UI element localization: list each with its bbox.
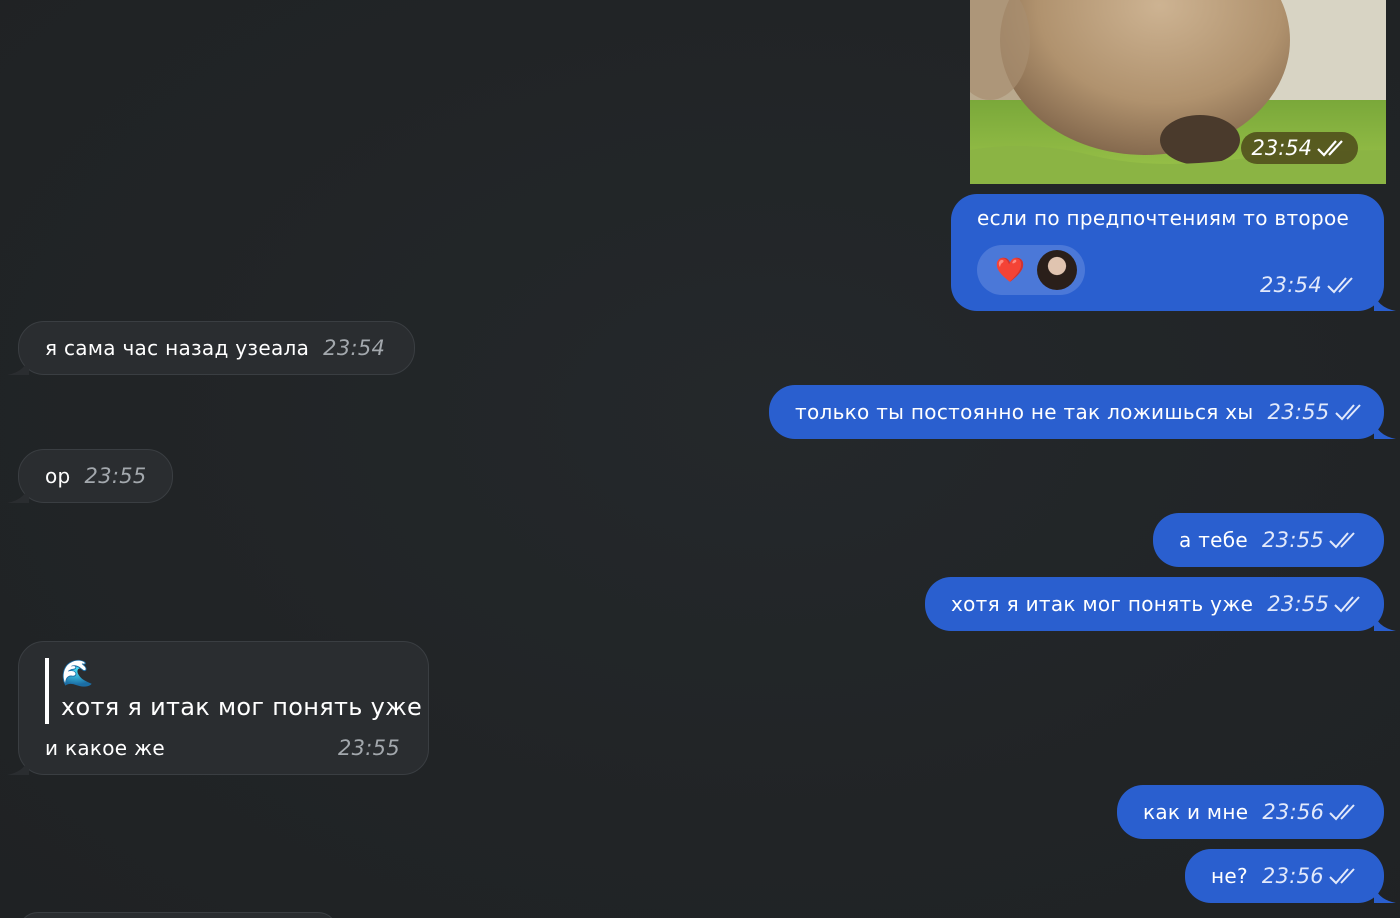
message-time: 23:55 [1262, 528, 1325, 552]
bubble-tail [1374, 419, 1396, 439]
bubble-tail [1374, 291, 1396, 311]
message-time: 23:55 [1267, 400, 1330, 424]
message-time: 23:55 [1267, 592, 1330, 616]
message-outgoing[interactable]: как и мне 23:56 [1117, 785, 1384, 839]
photo-message[interactable]: 23:54 [970, 0, 1386, 184]
message-text: как и мне [1143, 800, 1249, 824]
chat-area: 23:54 если по предпочтениям то второе ❤️… [0, 0, 1400, 918]
message-text: ор [45, 464, 71, 488]
message-text: и какое же [45, 736, 165, 760]
message-time: 23:56 [1261, 864, 1324, 888]
message-text: если по предпочтениям то второе [977, 206, 1350, 230]
message-outgoing[interactable]: не? 23:56 [1185, 849, 1396, 903]
quote-block[interactable]: 🌊 хотя я итак мог понять уже [45, 658, 422, 724]
reaction-chip[interactable]: ❤️ [977, 245, 1085, 295]
message-incoming[interactable]: ор 23:55 [7, 449, 173, 503]
double-check-icon [1329, 804, 1356, 821]
message-time: 23:54 [1259, 273, 1322, 297]
quote-text: хотя я итак мог понять уже [61, 693, 423, 721]
message-text: я сама час назад узеала [45, 336, 310, 360]
message-time: 23:55 [84, 464, 147, 488]
quote-emoji: 🌊 [61, 659, 94, 689]
double-check-icon [1334, 596, 1360, 613]
message-outgoing[interactable]: только ты постоянно не так ложишься хы 2… [769, 385, 1396, 439]
bubble-tail [7, 755, 29, 775]
message-incoming[interactable]: я сама час назад узеала 23:54 [7, 321, 415, 375]
photo-time: 23:54 [1251, 136, 1312, 160]
message-outgoing[interactable]: а тебе 23:55 [1153, 513, 1384, 567]
message-text: не? [1211, 864, 1248, 888]
photo-time-badge: 23:54 [1241, 132, 1358, 164]
bubble-tail [1374, 611, 1396, 631]
avatar [1037, 250, 1078, 290]
bubble-tail [1374, 883, 1396, 903]
message-incoming-reply[interactable]: 🌊 хотя я итак мог понять уже и какое же … [7, 641, 429, 775]
message-outgoing[interactable]: хотя я итак мог понять уже 23:55 [925, 577, 1396, 631]
message-text: а тебе [1179, 528, 1249, 552]
double-check-icon [1334, 404, 1361, 421]
message-outgoing[interactable]: если по предпочтениям то второе ❤️ 23:54 [951, 194, 1396, 311]
message-text: хотя я итак мог понять уже [951, 592, 1254, 616]
message-time: 23:55 [337, 736, 400, 760]
message-time: 23:56 [1262, 800, 1325, 824]
message-incoming-partial[interactable] [18, 912, 338, 918]
bubble-tail [7, 483, 29, 503]
heart-reaction-icon: ❤️ [995, 256, 1026, 284]
bubble-tail [7, 355, 29, 375]
double-check-icon [1329, 532, 1355, 549]
double-check-icon [1327, 277, 1353, 294]
double-check-icon [1329, 868, 1355, 885]
message-time: 23:54 [323, 336, 386, 360]
message-text: только ты постоянно не так ложишься хы [795, 400, 1254, 424]
double-check-icon [1317, 140, 1343, 157]
